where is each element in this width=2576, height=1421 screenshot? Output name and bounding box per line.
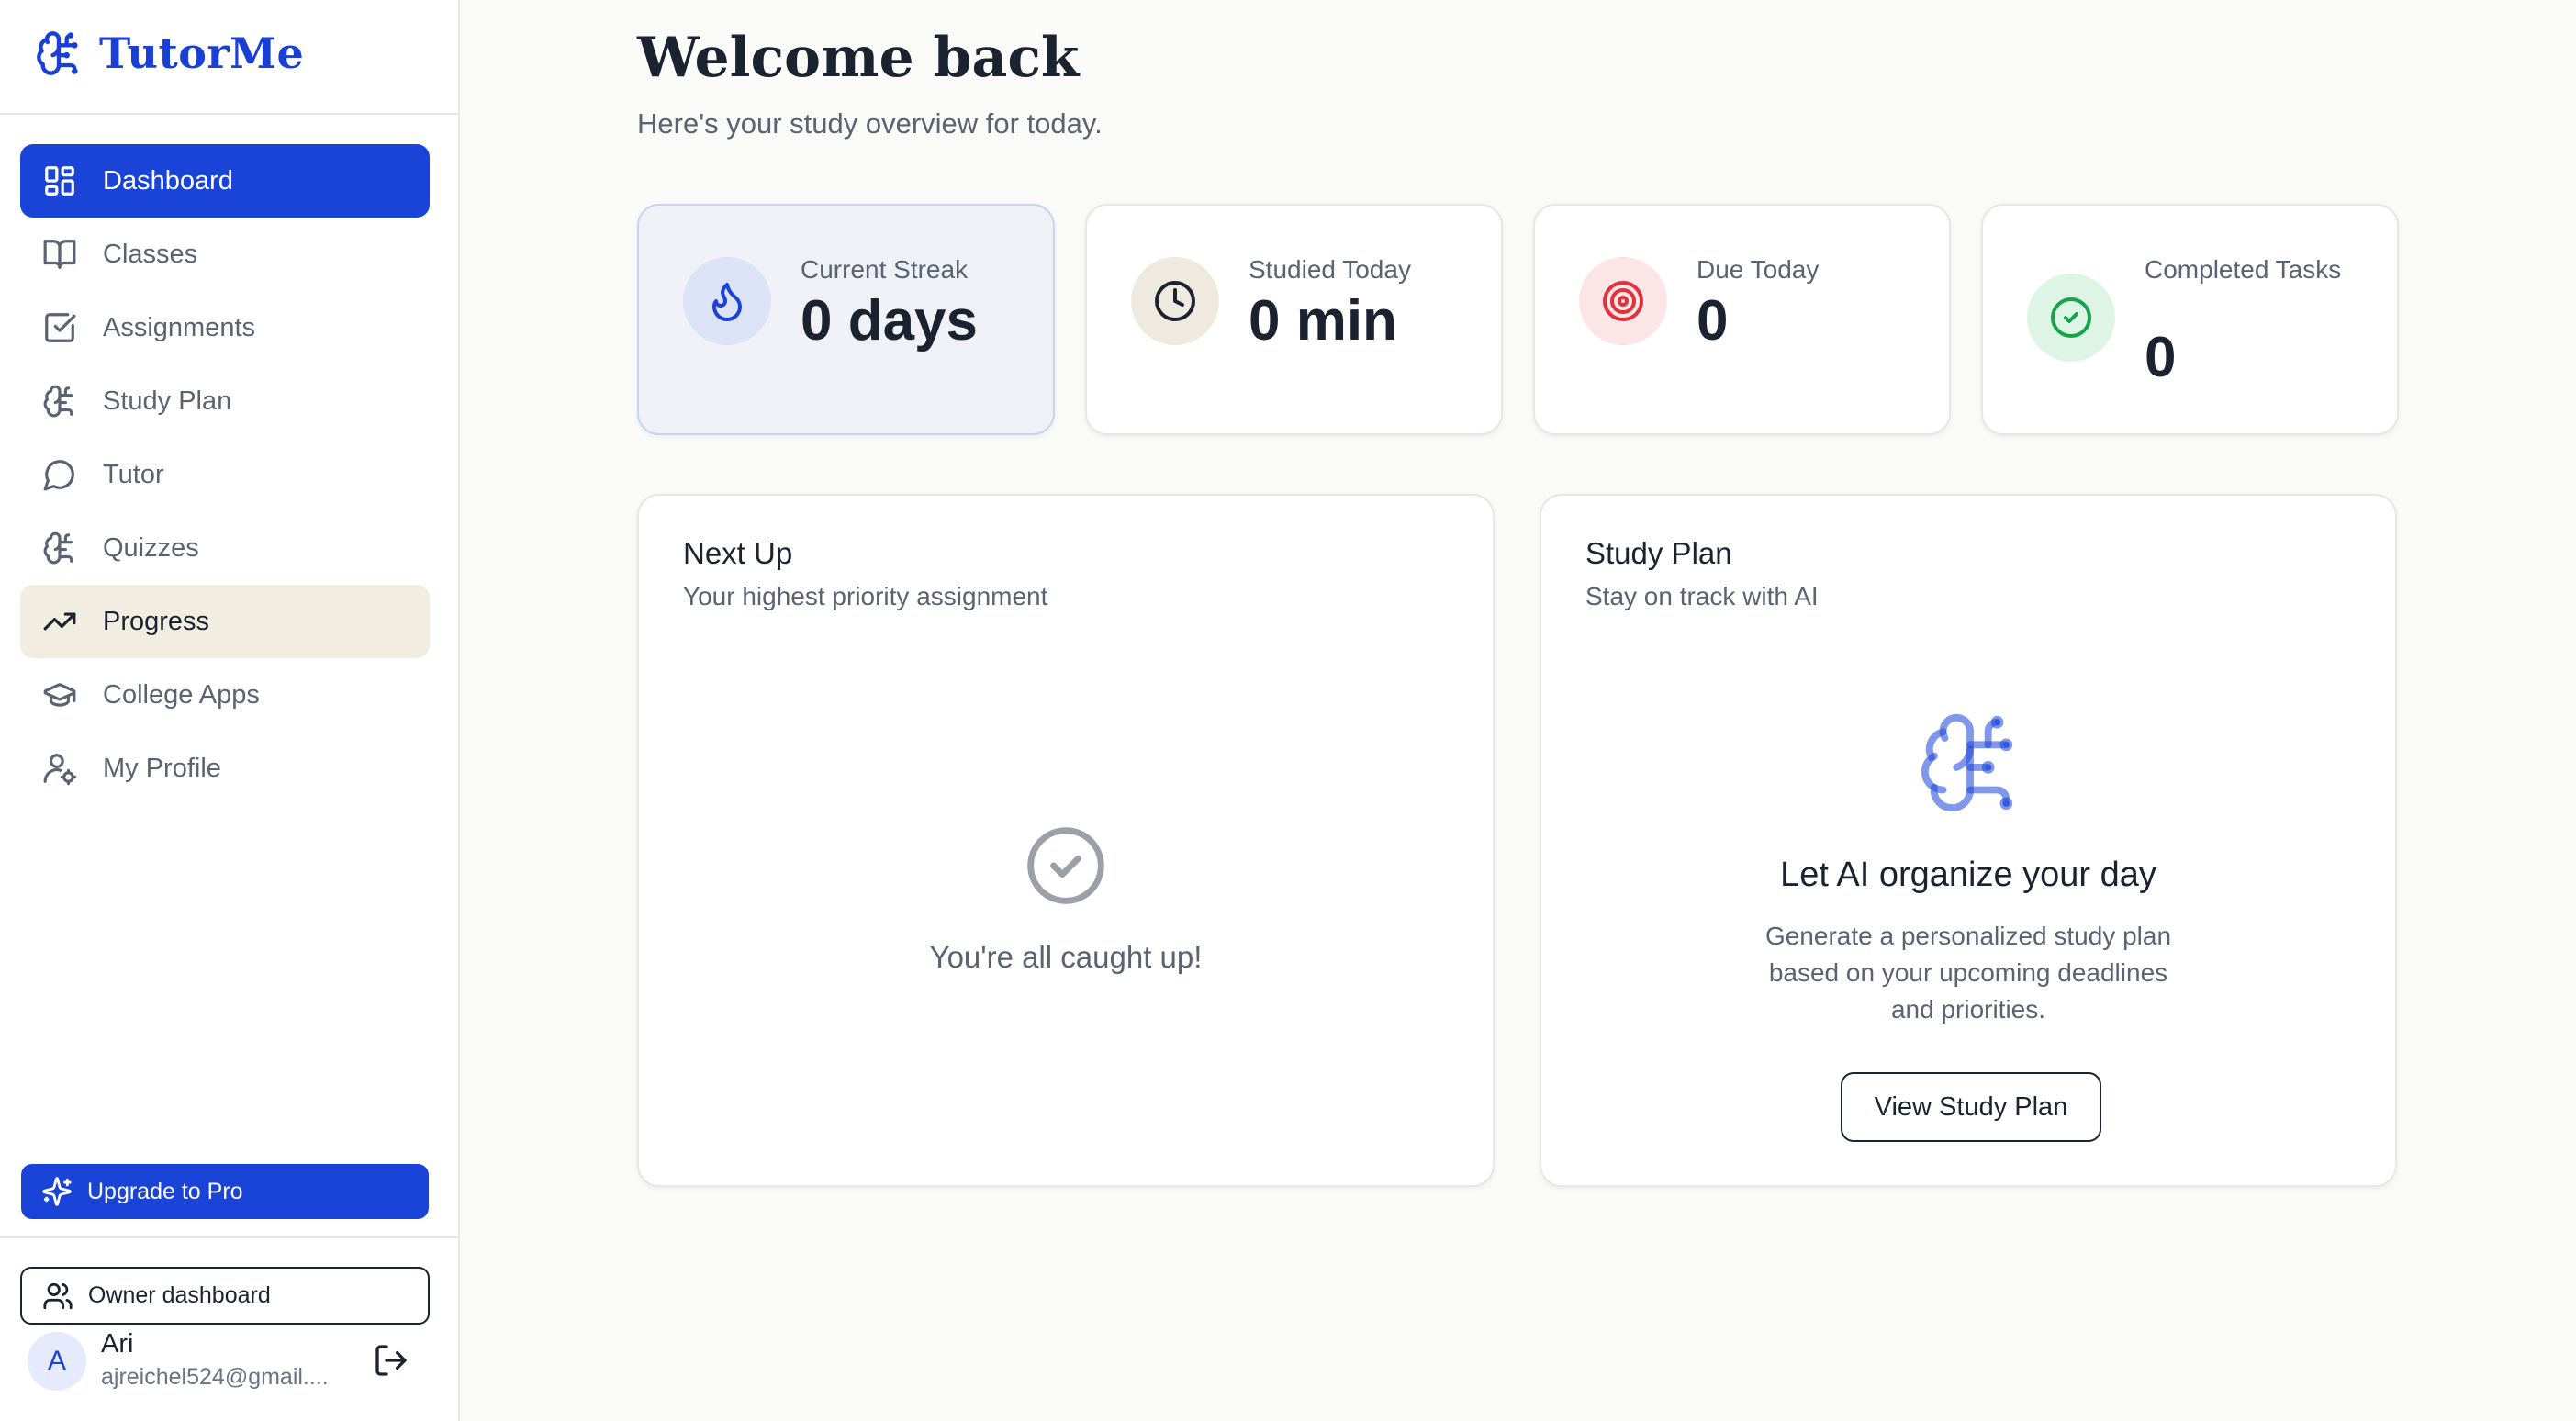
upgrade-button[interactable]: Upgrade to Pro [21, 1164, 429, 1219]
stat-card-due-today: Due Today 0 [1533, 204, 1951, 435]
stat-icon-wrap [1579, 257, 1667, 345]
user-name: Ari [101, 1329, 134, 1359]
sidebar-item-college-apps[interactable]: College Apps [20, 658, 430, 732]
sidebar-item-classes[interactable]: Classes [20, 218, 430, 291]
check-circle-icon [2051, 297, 2091, 338]
stat-value: 0 [2145, 326, 2177, 389]
clock-icon [1155, 281, 1195, 321]
stat-icon-wrap [2027, 274, 2115, 362]
stat-label: Current Streak [801, 255, 969, 284]
study-plan-description: Generate a personalized study plan based… [1764, 922, 2172, 1024]
flame-icon [712, 283, 742, 321]
target-icon [1603, 281, 1643, 321]
stat-card-streak: Current Streak 0 days [637, 204, 1055, 435]
brain-circuit-icon [37, 30, 78, 75]
book-open-icon [43, 240, 76, 269]
stat-label: Completed Tasks [2145, 255, 2342, 284]
next-up-card: Next Up Your highest priority assignment… [637, 494, 1495, 1187]
card-subtitle: Your highest priority assignment [683, 582, 1048, 610]
check-square-icon [45, 313, 76, 342]
sidebar-item-label: Classes [103, 239, 198, 269]
sidebar-item-label: Quizzes [103, 532, 199, 563]
stat-value: 0 min [1249, 289, 1397, 352]
brain-circuit-icon [43, 385, 73, 418]
sidebar-item-label: My Profile [103, 753, 221, 783]
sidebar-item-progress[interactable]: Progress [20, 585, 430, 658]
owner-dashboard-button[interactable]: Owner dashboard [20, 1267, 430, 1325]
stat-label: Due Today [1697, 255, 1820, 284]
brand-name: TutorMe [99, 28, 305, 78]
user-cog-icon [43, 754, 77, 786]
card-title: Next Up [683, 536, 793, 570]
view-study-plan-button[interactable]: View Study Plan [1841, 1072, 2101, 1142]
trending-up-icon [43, 612, 76, 631]
sidebar-item-my-profile[interactable]: My Profile [20, 732, 430, 805]
owner-dashboard-label: Owner dashboard [88, 1282, 271, 1308]
main-content: Welcome back Here's your study overview … [460, 0, 2576, 1421]
sidebar-item-study-plan[interactable]: Study Plan [20, 364, 430, 438]
app: TutorMe Dashboard Classes Assignments St… [0, 0, 2576, 1421]
sidebar-item-label: Progress [103, 606, 210, 636]
sidebar-divider [0, 1236, 460, 1238]
chat-bubble-icon [43, 460, 74, 491]
users-icon [43, 1282, 73, 1309]
stat-icon-wrap [683, 257, 771, 345]
stat-label: Studied Today [1249, 255, 1411, 284]
study-plan-heading: Let AI organize your day [1780, 856, 2156, 894]
stat-card-completed-tasks: Completed Tasks 0 [1981, 204, 2399, 435]
avatar[interactable]: A [28, 1332, 86, 1391]
sidebar-nav: Dashboard Classes Assignments Study Plan… [20, 144, 430, 805]
sidebar-item-dashboard[interactable]: Dashboard [20, 144, 430, 218]
sidebar-item-label: Assignments [103, 312, 256, 342]
sidebar-item-tutor[interactable]: Tutor [20, 438, 430, 511]
study-plan-card: Study Plan Stay on track with AI Let AI … [1540, 494, 2397, 1187]
card-title: Study Plan [1585, 536, 1732, 570]
sidebar: TutorMe Dashboard Classes Assignments St… [0, 0, 460, 1421]
brain-circuit-icon [43, 531, 73, 565]
card-subtitle: Stay on track with AI [1585, 582, 1819, 610]
sidebar-item-label: Dashboard [103, 165, 233, 196]
check-circle-icon [1027, 827, 1104, 904]
logout-icon[interactable] [373, 1342, 409, 1379]
upgrade-label: Upgrade to Pro [87, 1178, 243, 1204]
sparkles-icon [42, 1177, 72, 1206]
stat-icon-wrap [1131, 257, 1219, 345]
brand[interactable]: TutorMe [0, 0, 458, 115]
layout-grid-icon [45, 166, 74, 196]
user-profile: A Ari ajreichel524@gmail.... [28, 1329, 431, 1403]
sidebar-item-assignments[interactable]: Assignments [20, 291, 430, 364]
stat-card-studied-today: Studied Today 0 min [1085, 204, 1503, 435]
sidebar-item-label: Study Plan [103, 386, 232, 416]
sidebar-item-quizzes[interactable]: Quizzes [20, 511, 430, 585]
user-email: ajreichel524@gmail.... [101, 1364, 329, 1390]
brain-circuit-icon [1921, 713, 2013, 812]
stat-value: 0 [1697, 289, 1729, 352]
sidebar-item-label: College Apps [103, 679, 260, 710]
page-subtitle: Here's your study overview for today. [637, 107, 1103, 140]
page-title: Welcome back [637, 26, 1080, 90]
stat-value: 0 days [801, 289, 979, 352]
sidebar-item-label: Tutor [103, 459, 164, 489]
graduation-cap-icon [43, 683, 76, 707]
empty-state-text: You're all caught up! [929, 940, 1203, 974]
